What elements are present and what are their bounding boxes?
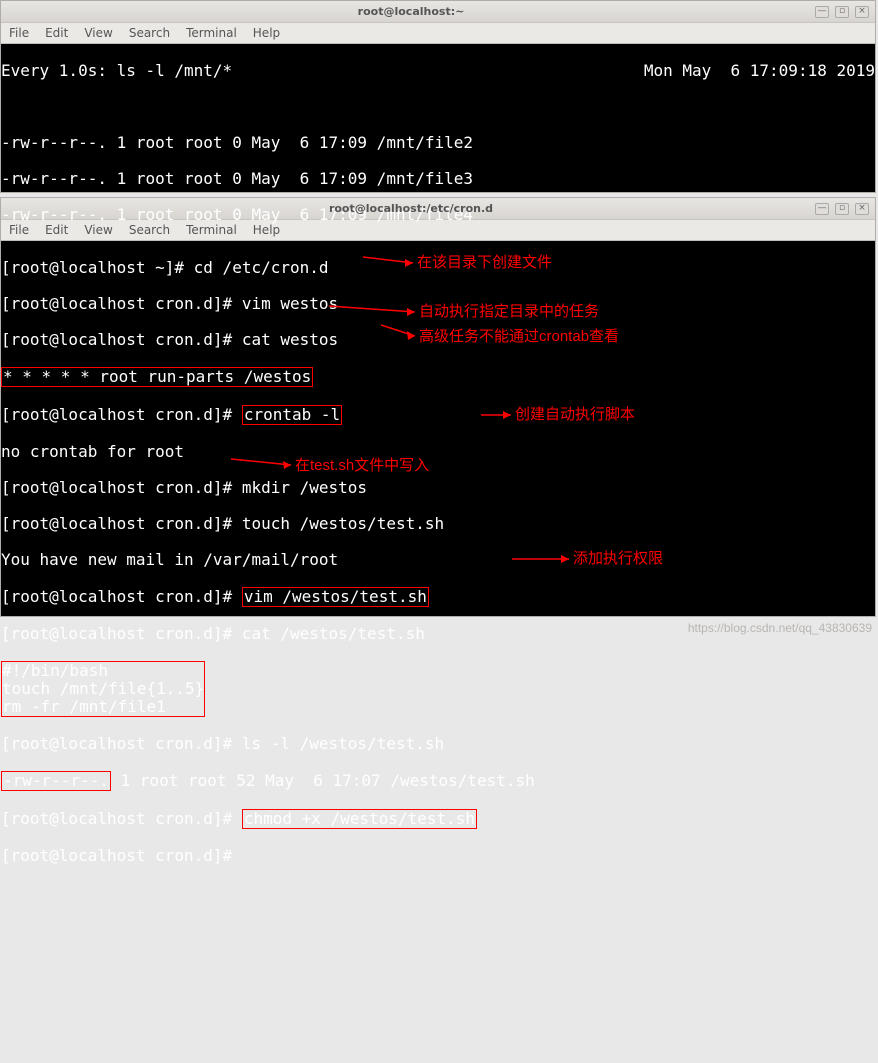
annotation-write-content: 在test.sh文件中写入 (295, 457, 429, 475)
cmd-cat-sh: cat /westos/test.sh (242, 624, 425, 643)
cmd-cd: cd /etc/cron.d (194, 258, 329, 277)
window-controls-2: — ▫ × (815, 203, 869, 215)
script-line-1: #!/bin/bash (2, 661, 108, 680)
menu-file[interactable]: File (9, 26, 29, 40)
window-title-1: root@localhost:~ (7, 5, 815, 18)
cron-entry: * * * * * root run-parts /westos (3, 367, 311, 386)
prompt-last: [root@localhost cron.d]# (1, 847, 875, 865)
ls-perm: -rw-r--r--. (3, 771, 109, 790)
close-icon[interactable]: × (855, 203, 869, 215)
titlebar-1: root@localhost:~ — ▫ × (1, 1, 875, 23)
maximize-icon[interactable]: ▫ (835, 6, 849, 18)
no-crontab-msg: no crontab for root (1, 443, 875, 461)
terminal-content-2[interactable]: [root@localhost ~]# cd /etc/cron.d [root… (1, 241, 875, 616)
watermark: https://blog.csdn.net/qq_43830639 (688, 621, 872, 635)
perm-box: -rw-r--r--. (1, 771, 111, 791)
menu-view[interactable]: View (84, 26, 112, 40)
script-line-3: rm -fr /mnt/file1 (2, 697, 166, 716)
prompt: [root@localhost cron.d]# (1, 478, 242, 497)
terminal-window-2: root@localhost:/etc/cron.d — ▫ × File Ed… (0, 197, 876, 617)
script-line-2: touch /mnt/file{1..5} (2, 679, 204, 698)
cmd-mkdir: mkdir /westos (242, 478, 367, 497)
prompt: [root@localhost ~]# (1, 258, 194, 277)
annotation-crontab: 高级任务不能通过crontab查看 (419, 328, 619, 346)
prompt: [root@localhost cron.d]# (1, 734, 242, 753)
maximize-icon[interactable]: ▫ (835, 203, 849, 215)
menu-help[interactable]: Help (253, 26, 280, 40)
watch-command: Every 1.0s: ls -l /mnt/* (1, 62, 232, 80)
menu-search[interactable]: Search (129, 26, 170, 40)
cmd-vim-sh: vim /westos/test.sh (244, 587, 427, 606)
crontab-box: crontab -l (242, 405, 342, 425)
prompt: [root@localhost cron.d]# (1, 330, 242, 349)
annotation-create-script: 创建自动执行脚本 (515, 406, 635, 424)
menu-search[interactable]: Search (129, 223, 170, 237)
cmd-ls: ls -l /westos/test.sh (242, 734, 444, 753)
prompt: [root@localhost cron.d]# (1, 624, 242, 643)
prompt: [root@localhost cron.d]# (1, 587, 242, 606)
ls-rest: 1 root root 52 May 6 17:07 /westos/test.… (111, 771, 535, 790)
cmd-vim-westos: vim westos (242, 294, 338, 313)
script-content-box: #!/bin/bash touch /mnt/file{1..5} rm -fr… (1, 661, 205, 717)
prompt: [root@localhost cron.d]# (1, 405, 242, 424)
prompt: [root@localhost cron.d]# (1, 514, 242, 533)
chmod-box: chmod +x /westos/test.sh (242, 809, 477, 829)
cmd-chmod: chmod +x /westos/test.sh (244, 809, 475, 828)
cmd-cat-westos: cat westos (242, 330, 338, 349)
prompt: [root@localhost cron.d]# (1, 294, 242, 313)
terminal-content-1[interactable]: Every 1.0s: ls -l /mnt/* Mon May 6 17:09:… (1, 44, 875, 192)
minimize-icon[interactable]: — (815, 203, 829, 215)
vim-sh-box: vim /westos/test.sh (242, 587, 429, 607)
menu-terminal[interactable]: Terminal (186, 26, 237, 40)
file-row: -rw-r--r--. 1 root root 0 May 6 17:09 /m… (1, 134, 875, 152)
file-row: -rw-r--r--. 1 root root 0 May 6 17:09 /m… (1, 170, 875, 188)
menu-help[interactable]: Help (253, 223, 280, 237)
cmd-crontab: crontab -l (244, 405, 340, 424)
menubar-1: File Edit View Search Terminal Help (1, 23, 875, 44)
minimize-icon[interactable]: — (815, 6, 829, 18)
cron-entry-box: * * * * * root run-parts /westos (1, 367, 313, 387)
prompt: [root@localhost cron.d]# (1, 809, 242, 828)
watch-timestamp: Mon May 6 17:09:18 2019 (644, 62, 875, 80)
annotation-add-perm: 添加执行权限 (573, 550, 663, 568)
window-controls-1: — ▫ × (815, 6, 869, 18)
menu-edit[interactable]: Edit (45, 223, 68, 237)
cmd-touch: touch /westos/test.sh (242, 514, 444, 533)
menu-view[interactable]: View (84, 223, 112, 237)
menu-edit[interactable]: Edit (45, 26, 68, 40)
terminal-window-1: root@localhost:~ — ▫ × File Edit View Se… (0, 0, 876, 193)
menu-terminal[interactable]: Terminal (186, 223, 237, 237)
close-icon[interactable]: × (855, 6, 869, 18)
mail-notice: You have new mail in /var/mail/root (1, 551, 875, 569)
annotation-auto-exec: 自动执行指定目录中的任务 (419, 303, 599, 321)
window-title-2: root@localhost:/etc/cron.d (7, 202, 815, 215)
menu-file[interactable]: File (9, 223, 29, 237)
annotation-create-file: 在该目录下创建文件 (417, 254, 552, 272)
